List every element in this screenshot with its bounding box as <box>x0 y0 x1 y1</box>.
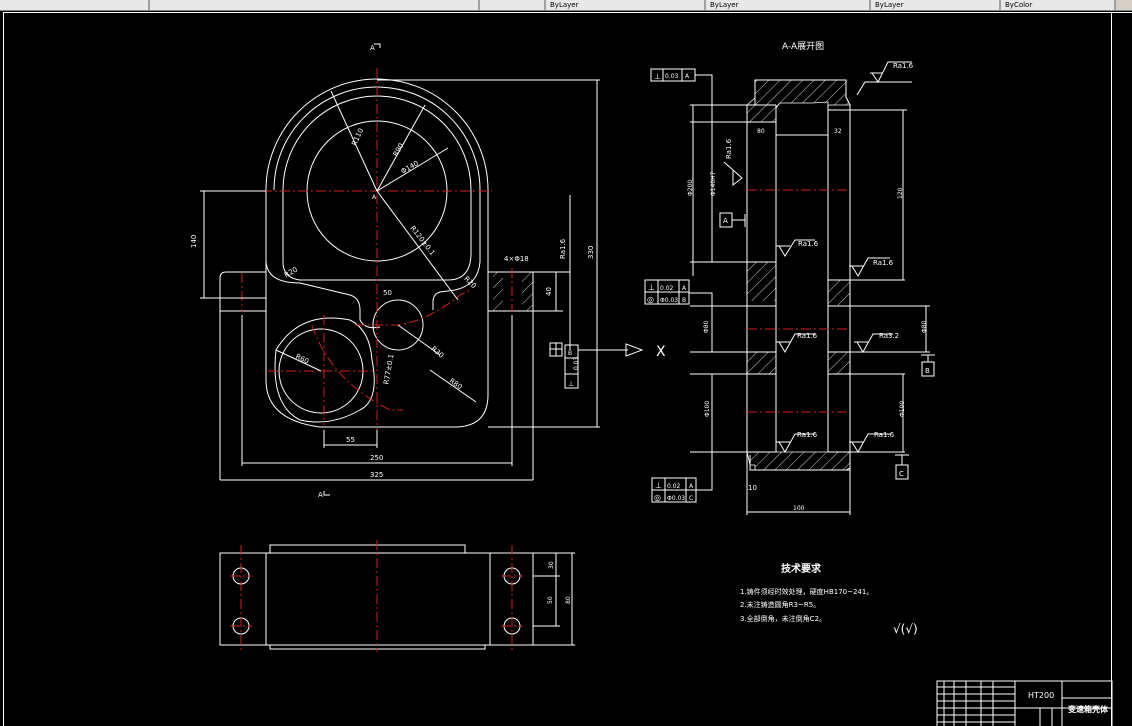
datum-a-label: A <box>723 217 728 225</box>
dim-140 <box>200 190 266 299</box>
dim-bv-30: 30 <box>548 561 555 569</box>
dim-text-hole: 4×Φ18 <box>504 255 529 263</box>
section-title: A-A展开图 <box>782 41 824 52</box>
svg-text:0.02: 0.02 <box>660 285 674 292</box>
svg-text:Φ0.03: Φ0.03 <box>660 297 678 304</box>
svg-text:0.02: 0.02 <box>667 483 681 490</box>
hole-hatch-l <box>493 272 503 311</box>
dim-text-r80: R80 <box>448 377 464 391</box>
datum-b-label: B <box>925 367 930 375</box>
svg-text:Ra1.6: Ra1.6 <box>725 138 733 159</box>
dim-text-r77: R77±0.1 <box>382 353 395 385</box>
svg-text:Φ0.03: Φ0.03 <box>667 495 685 502</box>
svg-text:A: A <box>689 483 694 490</box>
hatch-top <box>746 79 851 123</box>
svg-text:◎: ◎ <box>647 295 654 304</box>
svg-text:B: B <box>568 350 572 357</box>
dim-text-330: 330 <box>587 246 595 259</box>
svg-text:0.03: 0.03 <box>665 73 679 80</box>
svg-text:⊥: ⊥ <box>568 380 574 388</box>
svg-text:Ra1.6: Ra1.6 <box>797 431 818 439</box>
dim-text-bore: Φ140 <box>400 159 420 175</box>
svg-text:⊥: ⊥ <box>648 283 655 292</box>
roughness-main: Ra1.6 <box>559 238 567 259</box>
svg-text:A: A <box>682 285 687 292</box>
section-mark-top: A <box>370 44 375 52</box>
dim-mid: Φ80 <box>703 320 710 333</box>
hole-hatch-r <box>522 272 533 311</box>
dim-text-325: 325 <box>370 471 383 479</box>
svg-text:B: B <box>682 297 686 304</box>
roughness-note: √(√) <box>893 622 918 636</box>
svg-text:Ra1.6: Ra1.6 <box>873 259 894 267</box>
dim-fit: Φ140H7 <box>710 171 717 196</box>
section-view: A-A展开图 ⊥ 0.03 A ⊥ 0.02 A ◎ Φ0.03 B ⊥ 0.0… <box>644 41 935 515</box>
tol-frame-mid: ⊥ 0.02 A ◎ Φ0.03 B <box>644 279 713 306</box>
cad-drawing[interactable]: A A 140 330 250 325 55 50 4×Φ18 40 Ra1.6… <box>0 0 1132 726</box>
svg-text:A: A <box>685 73 690 80</box>
svg-text:Ra1.6: Ra1.6 <box>797 332 818 340</box>
svg-text:Ra3.2: Ra3.2 <box>879 332 899 340</box>
dim-text-r110: R110 <box>350 127 365 147</box>
dim-text-55: 55 <box>346 436 355 444</box>
dim-left-dia: Φ200 <box>687 180 694 196</box>
dim-text-50: 50 <box>383 289 392 297</box>
tech-item-2: 2.未注铸造圆角R3~R5。 <box>740 600 820 609</box>
dim-32: 32 <box>834 128 842 135</box>
svg-text:Ra1.6: Ra1.6 <box>798 240 819 248</box>
dim-80: 80 <box>757 128 765 135</box>
material: HT200 <box>1028 691 1054 700</box>
slot-edge <box>265 259 381 329</box>
view-arrow <box>625 343 644 357</box>
dim-bv-50: 50 <box>547 596 554 604</box>
svg-text:Ra1.6: Ra1.6 <box>893 62 914 70</box>
dim-text-140: 140 <box>190 235 198 248</box>
hatch-bottom <box>746 451 851 471</box>
tech-item-3: 3.全部倒角，未注倒角C2。 <box>740 614 826 623</box>
tol-frame-bottom: ⊥ 0.02 A ◎ Φ0.03 C <box>651 452 713 503</box>
datum-frame: ⊥ 0.03 B <box>549 342 644 389</box>
section-mark-bottom: A <box>318 491 323 499</box>
dim-bv-80: 80 <box>565 596 572 604</box>
dim-text-r30: R30 <box>429 345 445 360</box>
dim-text-40: 40 <box>545 287 553 296</box>
dim-text-250: 250 <box>370 454 383 462</box>
svg-text:⊥: ⊥ <box>654 72 661 81</box>
tech-title: 技术要求 <box>781 562 822 575</box>
section-arrow-bottom <box>323 491 330 496</box>
hatch-r1 <box>828 280 850 305</box>
flange-left <box>219 271 266 480</box>
lower-boss <box>274 317 375 423</box>
hatch-l1 <box>747 262 776 301</box>
dim-right-low: Φ100 <box>899 401 906 417</box>
dim-low: Φ100 <box>704 401 711 417</box>
tol-frame-top: ⊥ 0.03 A <box>650 68 713 105</box>
tech-requirements: 技术要求 1.铸件须经时效处理，硬度HB170~241。 2.未注铸造圆角R3~… <box>740 562 918 636</box>
dim-right-mid: Φ80 <box>921 320 928 333</box>
svg-text:0.03: 0.03 <box>573 356 580 370</box>
hatch-r2 <box>828 352 850 374</box>
svg-text:Ra1.6: Ra1.6 <box>874 431 895 439</box>
section-arrow-top <box>374 43 381 48</box>
part-name: 变速箱壳体 <box>1068 704 1109 714</box>
dim-120: 120 <box>897 187 904 199</box>
svg-text:◎: ◎ <box>654 493 661 502</box>
dim-10: 10 <box>748 484 757 492</box>
hatch-l2 <box>747 352 776 374</box>
svg-text:⊥: ⊥ <box>655 481 662 490</box>
center-label: A <box>372 194 377 201</box>
svg-text:C: C <box>689 495 693 502</box>
datum-c-label: C <box>899 470 904 478</box>
bottom-view: 30 50 80 <box>219 540 575 652</box>
title-block: HT200 变速箱壳体 <box>936 680 1113 726</box>
cut-mark: X <box>656 344 666 360</box>
dim-100: 100 <box>793 505 805 512</box>
tech-item-1: 1.铸件须经时效处理，硬度HB170~241。 <box>740 587 873 596</box>
dim-text-r60: R60 <box>294 353 310 366</box>
main-view: A A 140 330 250 325 55 50 4×Φ18 40 Ra1.6… <box>190 43 666 499</box>
